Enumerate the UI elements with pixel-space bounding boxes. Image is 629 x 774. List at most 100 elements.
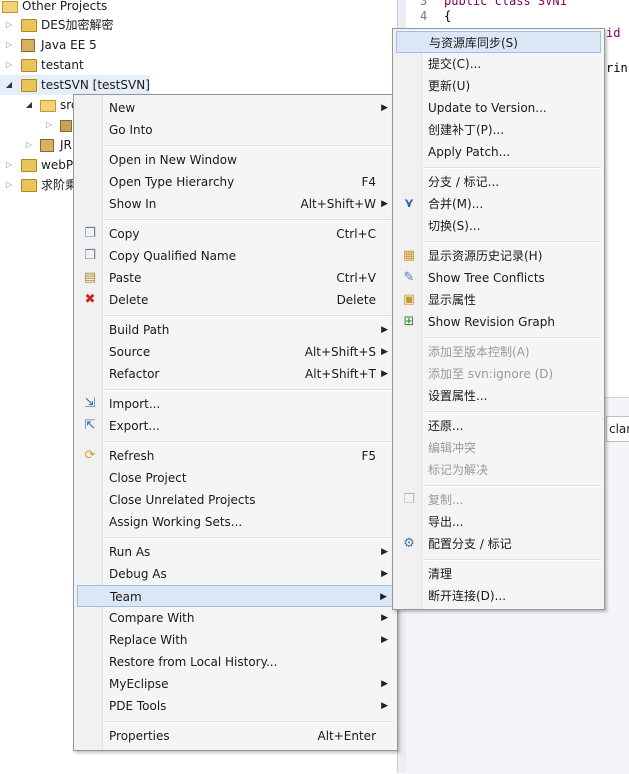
team-item-show-revision-graph[interactable]: ⊞ Show Revision Graph	[396, 311, 601, 333]
menu-item-shortcut: Alt+Shift+W	[300, 197, 377, 211]
tree-item-testsvn[interactable]: ◢ testSVN [testSVN]	[0, 75, 150, 95]
menu-item-paste[interactable]: ▤ Paste Ctrl+V	[77, 267, 394, 289]
menu-item-label: 清理	[428, 567, 453, 581]
menu-item-assign-working-sets[interactable]: Assign Working Sets...	[77, 511, 394, 533]
team-item-merge[interactable]: ⋎ 合并(M)...	[396, 193, 601, 215]
menu-separator	[104, 315, 394, 317]
submenu-arrow-icon: ▶	[381, 569, 388, 579]
team-item-switch[interactable]: 切换(S)...	[396, 215, 601, 237]
code-text: public class SVN1	[444, 0, 567, 8]
team-item-synchronize[interactable]: 与资源库同步(S)	[396, 31, 601, 53]
expand-arrow-icon[interactable]: ▷	[4, 155, 14, 175]
collapse-arrow-icon[interactable]: ◢	[24, 95, 34, 115]
team-item-commit[interactable]: 提交(C)...	[396, 53, 601, 75]
team-item-cleanup[interactable]: 清理	[396, 563, 601, 585]
menu-item-label: 断开连接(D)...	[428, 589, 507, 603]
menu-item-label: Refactor	[109, 367, 160, 381]
expand-arrow-icon[interactable]: ▷	[44, 115, 54, 135]
library-icon	[40, 139, 54, 152]
expand-arrow-icon[interactable]: ▷	[4, 35, 14, 55]
submenu-arrow-icon: ▶	[381, 613, 388, 623]
menu-item-label: Run As	[109, 545, 151, 559]
menu-item-close-project[interactable]: Close Project	[77, 467, 394, 489]
menu-item-label: 显示资源历史记录(H)	[428, 249, 543, 263]
menu-item-label: 复制...	[428, 493, 464, 507]
menu-item-label: 添加至 svn:ignore (D)	[428, 367, 554, 381]
collapse-arrow-icon[interactable]: ◢	[4, 75, 14, 95]
menu-item-refresh[interactable]: ⟳ Refresh F5	[77, 445, 394, 467]
team-item-show-tree-conflicts[interactable]: ✎ Show Tree Conflicts	[396, 267, 601, 289]
team-item-add-to-version-control: 添加至版本控制(A)	[396, 341, 601, 363]
menu-item-properties[interactable]: Properties Alt+Enter	[77, 725, 394, 747]
paste-icon: ▤	[83, 270, 97, 285]
panel-tab[interactable]: clara	[606, 416, 629, 442]
menu-item-shortcut: Alt+Enter	[317, 729, 376, 743]
menu-item-label: Copy Qualified Name	[109, 249, 237, 263]
team-item-add-to-svn-ignore: 添加至 svn:ignore (D)	[396, 363, 601, 385]
expand-arrow-icon[interactable]: ▷	[4, 55, 14, 75]
menu-item-label: Open in New Window	[109, 153, 237, 167]
menu-item-restore-local-history[interactable]: Restore from Local History...	[77, 651, 394, 673]
tree-item-label: webP	[41, 158, 74, 172]
menu-separator	[104, 441, 394, 443]
menu-item-team[interactable]: Team ▶	[77, 585, 394, 607]
menu-item-copy[interactable]: ❐ Copy Ctrl+C	[77, 223, 394, 245]
tree-item-label: JR	[60, 138, 72, 152]
menu-item-label: Team	[110, 590, 142, 604]
menu-item-run-as[interactable]: Run As ▶	[77, 541, 394, 563]
menu-item-go-into[interactable]: Go Into	[77, 119, 394, 141]
menu-item-shortcut: Alt+Shift+S	[304, 345, 376, 359]
menu-item-import[interactable]: ⇲ Import...	[77, 393, 394, 415]
expand-arrow-icon[interactable]: ▷	[24, 135, 34, 155]
team-item-create-patch[interactable]: 创建补丁(P)...	[396, 119, 601, 141]
menu-item-export[interactable]: ⇱ Export...	[77, 415, 394, 437]
menu-item-label: 导出...	[428, 515, 464, 529]
menu-item-myeclipse[interactable]: MyEclipse ▶	[77, 673, 394, 695]
menu-item-label: Compare With	[109, 611, 195, 625]
menu-item-pde-tools[interactable]: PDE Tools ▶	[77, 695, 394, 717]
menu-separator	[423, 411, 601, 413]
menu-separator	[104, 389, 394, 391]
expand-arrow-icon[interactable]: ▷	[4, 175, 14, 195]
library-icon	[21, 39, 35, 52]
source-folder-icon	[40, 100, 56, 112]
menu-item-label: 配置分支 / 标记	[428, 537, 512, 551]
refresh-icon: ⟳	[84, 448, 96, 463]
menu-item-open-type-hierarchy[interactable]: Open Type Hierarchy F4	[77, 171, 394, 193]
submenu-arrow-icon: ▶	[381, 103, 388, 113]
project-icon	[21, 159, 37, 172]
menu-item-label: 显示属性	[428, 293, 477, 307]
menu-item-label: Import...	[109, 397, 161, 411]
menu-item-compare-with[interactable]: Compare With ▶	[77, 607, 394, 629]
team-item-update[interactable]: 更新(U)	[396, 75, 601, 97]
menu-item-delete[interactable]: ✖ Delete Delete	[77, 289, 394, 311]
menu-item-replace-with[interactable]: Replace With ▶	[77, 629, 394, 651]
menu-item-label: Show Revision Graph	[428, 315, 555, 329]
team-item-show-history[interactable]: ▦ 显示资源历史记录(H)	[396, 245, 601, 267]
team-item-disconnect[interactable]: 断开连接(D)...	[396, 585, 601, 607]
menu-item-close-unrelated-projects[interactable]: Close Unrelated Projects	[77, 489, 394, 511]
team-item-apply-patch[interactable]: Apply Patch...	[396, 141, 601, 163]
team-item-revert[interactable]: 还原...	[396, 415, 601, 437]
team-item-show-properties[interactable]: ▣ 显示属性	[396, 289, 601, 311]
line-number: 4	[420, 9, 428, 23]
team-item-update-to-version[interactable]: Update to Version...	[396, 97, 601, 119]
menu-item-new[interactable]: New ▶	[77, 97, 394, 119]
team-item-export[interactable]: 导出...	[396, 511, 601, 533]
expand-arrow-icon[interactable]: ▷	[4, 15, 14, 35]
menu-item-copy-qualified-name[interactable]: ❐ Copy Qualified Name	[77, 245, 394, 267]
menu-item-debug-as[interactable]: Debug As ▶	[77, 563, 394, 585]
menu-item-label: Source	[109, 345, 151, 359]
team-item-configure-branches[interactable]: ⚙ 配置分支 / 标记	[396, 533, 601, 555]
team-item-set-property[interactable]: 设置属性...	[396, 385, 601, 407]
menu-item-label: Debug As	[109, 567, 167, 581]
revision-graph-icon: ⊞	[403, 314, 415, 329]
menu-item-refactor[interactable]: Refactor Alt+Shift+T ▶	[77, 363, 394, 385]
team-item-branch-tag[interactable]: 分支 / 标记...	[396, 171, 601, 193]
menu-item-open-in-new-window[interactable]: Open in New Window	[77, 149, 394, 171]
menu-item-show-in[interactable]: Show In Alt+Shift+W ▶	[77, 193, 394, 215]
menu-item-label: Paste	[109, 271, 142, 285]
menu-item-build-path[interactable]: Build Path ▶	[77, 319, 394, 341]
menu-item-label: Delete	[109, 293, 149, 307]
menu-item-source[interactable]: Source Alt+Shift+S ▶	[77, 341, 394, 363]
